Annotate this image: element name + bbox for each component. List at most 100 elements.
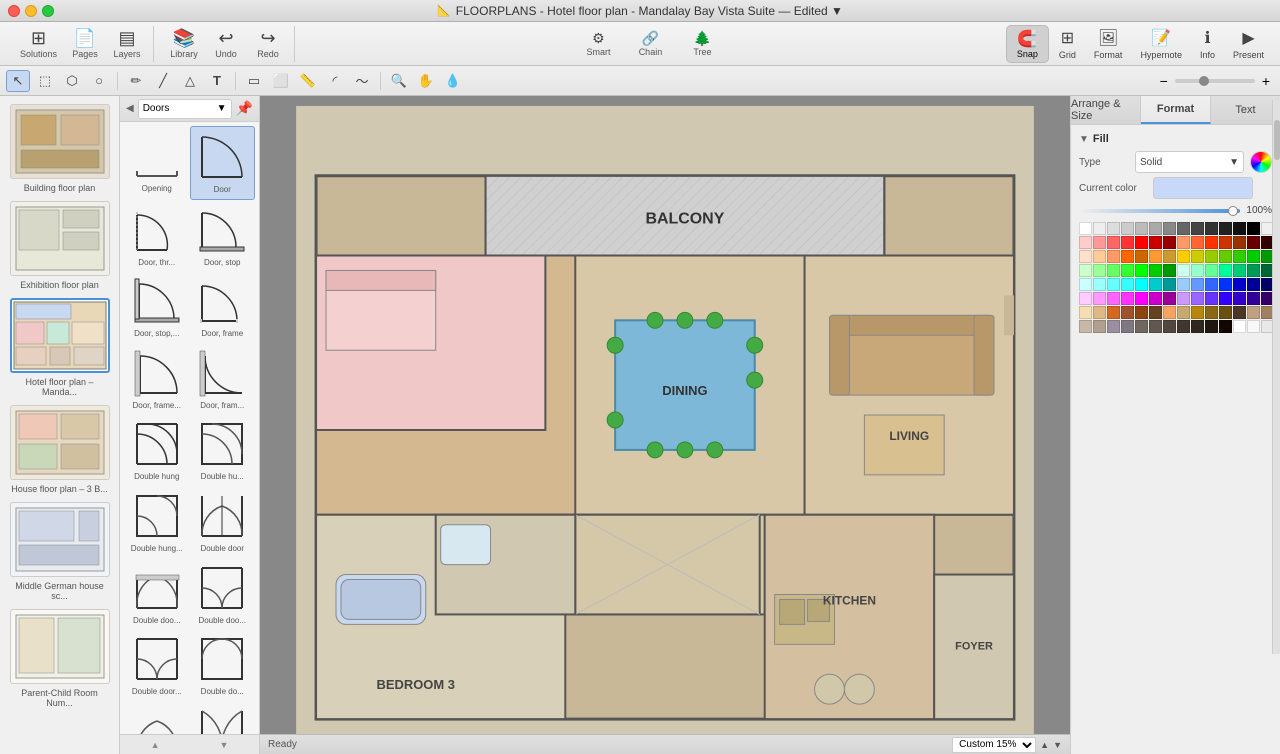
color-swatch[interactable] <box>1191 264 1204 277</box>
color-swatch[interactable] <box>1121 306 1134 319</box>
library-item-double-door4[interactable]: Double door... <box>124 629 190 701</box>
opacity-slider[interactable] <box>1079 209 1240 213</box>
page-thumb-building[interactable]: Building floor plan <box>8 104 111 193</box>
color-swatch[interactable] <box>1233 292 1246 305</box>
maximize-button[interactable] <box>42 5 54 17</box>
curve-tool[interactable]: 〜 <box>350 70 374 92</box>
color-swatch[interactable] <box>1219 236 1232 249</box>
tab-format[interactable]: Format <box>1141 96 1211 124</box>
color-swatch[interactable] <box>1177 320 1190 333</box>
color-swatch[interactable] <box>1121 320 1134 333</box>
library-category-dropdown[interactable]: Doors ▼ <box>138 99 232 119</box>
color-swatch[interactable] <box>1121 250 1134 263</box>
library-pin-button[interactable]: 📌 <box>236 100 253 117</box>
color-swatch[interactable] <box>1247 222 1260 235</box>
floorplan-canvas[interactable]: BALCONY BEDROOM 2 <box>260 96 1070 754</box>
color-swatch[interactable] <box>1163 264 1176 277</box>
color-swatch[interactable] <box>1233 306 1246 319</box>
library-item-door-stop[interactable]: Door, stop <box>190 200 256 272</box>
tab-text[interactable]: Text <box>1211 96 1280 124</box>
color-swatch[interactable] <box>1247 278 1260 291</box>
color-swatch[interactable] <box>1247 250 1260 263</box>
lasso-tool[interactable]: ⬡ <box>60 70 84 92</box>
color-swatch[interactable] <box>1149 264 1162 277</box>
color-swatch[interactable] <box>1093 292 1106 305</box>
color-swatch[interactable] <box>1107 320 1120 333</box>
color-swatch[interactable] <box>1205 222 1218 235</box>
smart-button[interactable]: ⚙ Smart <box>578 28 618 60</box>
color-swatch[interactable] <box>1205 320 1218 333</box>
color-swatch[interactable] <box>1135 278 1148 291</box>
library-button[interactable]: 📚 Library <box>164 26 204 62</box>
library-back-arrow[interactable]: ◀ <box>126 103 134 114</box>
pen-tool[interactable]: ✏ <box>124 70 148 92</box>
wall-tool[interactable]: ▭ <box>242 70 266 92</box>
zoom-select[interactable]: Custom 15% 25% 50% 75% 100% <box>952 737 1036 753</box>
undo-button[interactable]: ↩ Undo <box>206 26 246 62</box>
color-swatch[interactable] <box>1121 236 1134 249</box>
color-swatch[interactable] <box>1191 222 1204 235</box>
color-swatch[interactable] <box>1121 222 1134 235</box>
color-swatch[interactable] <box>1219 292 1232 305</box>
color-swatch[interactable] <box>1247 264 1260 277</box>
right-panel-scrollbar[interactable] <box>1272 100 1280 654</box>
library-item-double-hung2[interactable]: Double hu... <box>190 414 256 486</box>
info-button[interactable]: ℹ Info <box>1192 25 1223 63</box>
color-swatch[interactable] <box>1163 292 1176 305</box>
zoom-stepper-down[interactable]: ▼ <box>1053 740 1062 750</box>
library-item-double-hung3[interactable]: Double hung... <box>124 486 190 558</box>
color-swatch[interactable] <box>1219 264 1232 277</box>
color-swatch[interactable] <box>1093 306 1106 319</box>
tab-arrange[interactable]: Arrange & Size <box>1071 96 1141 124</box>
color-swatch[interactable] <box>1107 292 1120 305</box>
library-item-double-door[interactable]: Double door <box>190 486 256 558</box>
library-item-opening[interactable]: Opening <box>124 126 190 200</box>
color-swatch[interactable] <box>1177 278 1190 291</box>
rect-select-tool[interactable]: ⬚ <box>33 70 57 92</box>
color-swatch[interactable] <box>1205 306 1218 319</box>
library-item-door-stop-frame[interactable]: Door, stop,... <box>124 271 190 343</box>
page-thumb-hotel[interactable]: Hotel floor plan – Manda... <box>8 298 111 397</box>
solutions-button[interactable]: ⊞ Solutions <box>14 26 63 62</box>
library-scroll-up[interactable]: ▲ <box>151 740 160 750</box>
library-item-door-frame[interactable]: Door, frame <box>190 271 256 343</box>
color-swatch[interactable] <box>1149 250 1162 263</box>
color-swatch[interactable] <box>1219 320 1232 333</box>
color-swatch[interactable] <box>1205 250 1218 263</box>
color-swatch[interactable] <box>1177 222 1190 235</box>
color-swatch[interactable] <box>1135 222 1148 235</box>
library-item-double-door6[interactable]: Double door... <box>124 701 190 734</box>
zoom-out-button[interactable]: − <box>1156 73 1172 89</box>
arc-tool[interactable]: ◜ <box>323 70 347 92</box>
library-item-double-door3[interactable]: Double doo... <box>190 558 256 630</box>
measure-tool[interactable]: 📏 <box>296 70 320 92</box>
color-swatch[interactable] <box>1107 236 1120 249</box>
color-swatch[interactable] <box>1191 250 1204 263</box>
color-swatch[interactable] <box>1093 278 1106 291</box>
tree-button[interactable]: 🌲 Tree <box>682 28 722 60</box>
color-swatch[interactable] <box>1191 306 1204 319</box>
color-swatch[interactable] <box>1149 306 1162 319</box>
zoom-in-tool[interactable]: 🔍 <box>387 70 411 92</box>
color-swatch[interactable] <box>1079 278 1092 291</box>
color-swatch[interactable] <box>1247 292 1260 305</box>
color-swatch[interactable] <box>1205 292 1218 305</box>
color-swatch[interactable] <box>1247 236 1260 249</box>
color-swatch[interactable] <box>1219 278 1232 291</box>
library-item-double-hung[interactable]: Double hung <box>124 414 190 486</box>
color-swatch[interactable] <box>1233 320 1246 333</box>
color-swatch[interactable] <box>1247 320 1260 333</box>
page-thumb-house3b[interactable]: House floor plan – 3 B... <box>8 405 111 494</box>
color-swatch[interactable] <box>1107 306 1120 319</box>
current-color-preview[interactable] <box>1153 177 1253 199</box>
color-swatch[interactable] <box>1233 250 1246 263</box>
zoom-slider[interactable] <box>1175 79 1255 83</box>
close-button[interactable] <box>8 5 20 17</box>
color-swatch[interactable] <box>1177 264 1190 277</box>
shape-tool[interactable]: △ <box>178 70 202 92</box>
hand-tool[interactable]: ✋ <box>414 70 438 92</box>
color-swatch[interactable] <box>1135 320 1148 333</box>
color-swatch[interactable] <box>1233 278 1246 291</box>
grid-button[interactable]: ⊞ Grid <box>1051 25 1084 63</box>
color-swatch[interactable] <box>1135 250 1148 263</box>
